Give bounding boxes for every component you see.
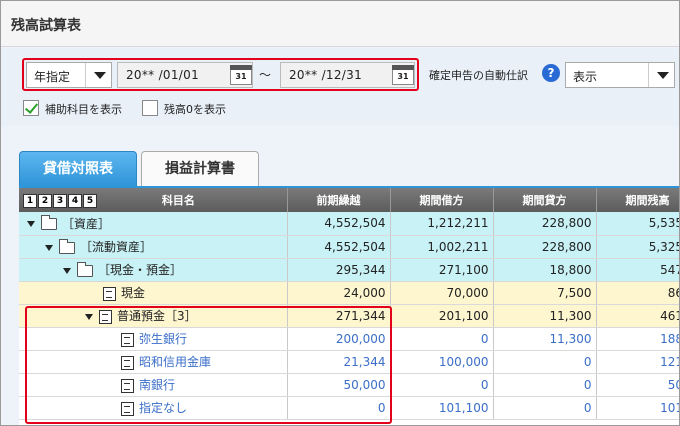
folder-icon xyxy=(41,215,57,231)
cell-balance: 86,5 xyxy=(596,281,679,305)
cell-credit: 0 xyxy=(493,373,597,397)
show-sub-accounts-checkbox[interactable] xyxy=(23,100,39,116)
cell-credit: 7,500 xyxy=(493,281,597,305)
cell-credit: 0 xyxy=(493,396,597,420)
highlight-deposit-group xyxy=(25,306,392,424)
column-header-debit[interactable]: 期間借方 xyxy=(390,188,494,212)
cell-debit: 0 xyxy=(390,373,494,397)
filter-panel: 年指定 20** /01/01 31 ～ 20** /12/31 31 確定申告… xyxy=(1,48,679,126)
folder-icon xyxy=(77,261,93,277)
show-sub-accounts-label: 補助科目を表示 xyxy=(45,103,122,116)
auto-journal-select[interactable]: 表示 xyxy=(565,62,675,88)
cell-prior-balance: 4,552,504 xyxy=(287,212,391,236)
expand-toggle-icon[interactable] xyxy=(45,244,53,251)
level-button-5[interactable]: 5 xyxy=(83,194,97,208)
level-button-4[interactable]: 4 xyxy=(68,194,82,208)
column-header-credit[interactable]: 期間貸方 xyxy=(493,188,597,212)
cell-prior-balance: 24,000 xyxy=(287,281,391,305)
level-button-2[interactable]: 2 xyxy=(38,194,52,208)
cell-debit: 0 xyxy=(390,327,494,351)
tab-bar: 貸借対照表 損益計算書 xyxy=(1,126,679,187)
cell-balance: 188,7 xyxy=(596,327,679,351)
cell-balance: 547,6 xyxy=(596,258,679,282)
cell-balance: 5,535,9 xyxy=(596,212,679,236)
chevron-down-icon[interactable] xyxy=(648,63,674,87)
account-name: ［現金・預金］ xyxy=(98,263,183,277)
trial-balance-grid: 12345 科目名 前期繰越 期間借方 期間貸方 期間残高 ［資産］ 4,552… xyxy=(19,186,679,425)
cell-credit: 228,800 xyxy=(493,235,597,259)
cell-debit: 1,002,211 xyxy=(390,235,494,259)
level-button-1[interactable]: 1 xyxy=(23,194,37,208)
account-name: ［流動資産］ xyxy=(80,240,153,254)
expand-toggle-icon[interactable] xyxy=(27,221,35,228)
cell-balance: 5,325,9 xyxy=(596,235,679,259)
expand-toggle-icon[interactable] xyxy=(63,267,71,274)
cell-debit: 100,000 xyxy=(390,350,494,374)
cell-credit: 0 xyxy=(493,350,597,374)
show-zero-label: 残高0を表示 xyxy=(164,103,226,116)
auto-journal-label: 確定申告の自動仕訳 xyxy=(429,69,528,82)
level-button-3[interactable]: 3 xyxy=(53,194,67,208)
cell-credit: 18,800 xyxy=(493,258,597,282)
auto-journal-value: 表示 xyxy=(573,70,598,84)
column-header-account: 科目名 xyxy=(161,194,195,207)
cell-credit: 11,300 xyxy=(493,304,597,328)
table-row[interactable]: 現金 24,000 70,000 7,500 86,5 xyxy=(19,281,679,305)
cell-credit: 11,300 xyxy=(493,327,597,351)
table-row[interactable]: ［流動資産］ 4,552,504 1,002,211 228,800 5,325… xyxy=(19,235,679,259)
cell-balance: 121,3 xyxy=(596,350,679,374)
cell-prior-balance: 295,344 xyxy=(287,258,391,282)
cell-debit: 1,212,211 xyxy=(390,212,494,236)
table-row[interactable]: ［現金・預金］ 295,344 271,100 18,800 547,6 xyxy=(19,258,679,282)
cell-debit: 201,100 xyxy=(390,304,494,328)
account-name: ［資産］ xyxy=(62,216,111,231)
account-name: 現金 xyxy=(121,286,146,300)
help-icon[interactable]: ? xyxy=(542,64,560,82)
table-row[interactable]: ［資産］ 4,552,504 1,212,211 228,800 5,535,9 xyxy=(19,212,679,236)
cell-debit: 271,100 xyxy=(390,258,494,282)
title-bar: 残高試算表 xyxy=(1,1,679,47)
page-title: 残高試算表 xyxy=(11,18,81,34)
cell-balance: 101,1 xyxy=(596,396,679,420)
cell-debit: 70,000 xyxy=(390,281,494,305)
column-header-balance[interactable]: 期間残高 xyxy=(596,188,679,212)
folder-icon xyxy=(59,238,75,254)
grid-header-row: 12345 科目名 前期繰越 期間借方 期間貸方 期間残高 xyxy=(19,188,679,212)
show-zero-checkbox[interactable] xyxy=(142,100,158,116)
tab-balance-sheet[interactable]: 貸借対照表 xyxy=(19,151,137,187)
window: 残高試算表 年指定 20** /01/01 31 ～ 20** /12/31 3… xyxy=(0,0,680,426)
cell-balance: 50,0 xyxy=(596,373,679,397)
column-header-prior-balance[interactable]: 前期繰越 xyxy=(287,188,391,212)
cell-credit: 228,800 xyxy=(493,212,597,236)
cell-prior-balance: 4,552,504 xyxy=(287,235,391,259)
tab-income-statement[interactable]: 損益計算書 xyxy=(141,151,259,187)
cell-balance: 461,1 xyxy=(596,304,679,328)
cell-debit: 101,100 xyxy=(390,396,494,420)
highlight-date-range xyxy=(22,58,419,91)
ledger-icon xyxy=(103,286,116,301)
